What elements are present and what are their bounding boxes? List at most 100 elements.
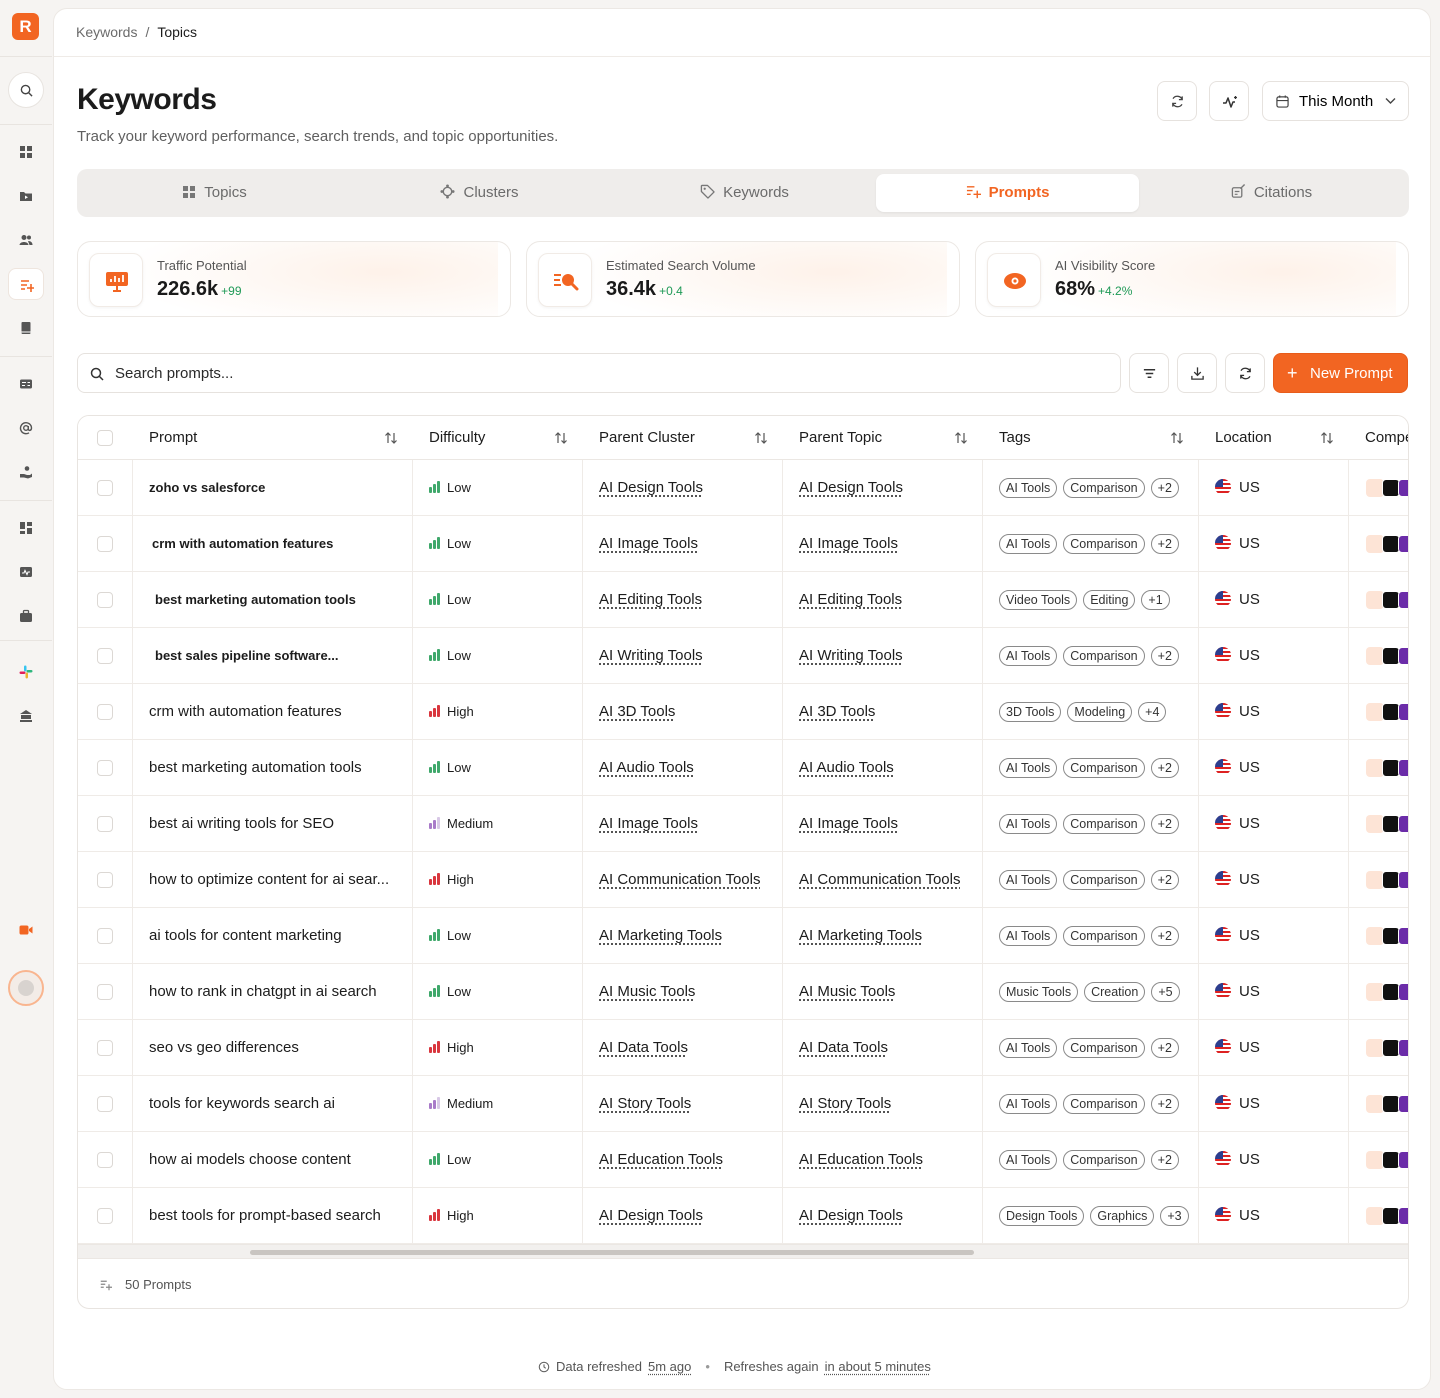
row-checkbox[interactable] <box>97 480 113 496</box>
tab-keywords[interactable]: Keywords <box>613 174 876 212</box>
competitor-logos[interactable] <box>1366 927 1408 945</box>
prompt-text[interactable]: seo vs geo differences <box>149 1020 299 1076</box>
row-checkbox[interactable] <box>97 984 113 1000</box>
tag-chip[interactable]: Graphics <box>1090 1206 1155 1227</box>
table-row[interactable]: best marketing automation tools Low AI Aud… <box>78 740 1408 796</box>
table-row[interactable]: best marketing automation tools Low AI Edi… <box>78 572 1408 628</box>
table-row[interactable]: how to optimize content for ai sear... Hi… <box>78 852 1408 908</box>
tag-chip[interactable]: +2 <box>1150 1094 1179 1115</box>
parent-cluster-link[interactable]: AI Data Tools <box>599 1039 688 1056</box>
sort-icon[interactable] <box>1320 431 1334 445</box>
tag-chip[interactable]: +5 <box>1151 982 1180 1003</box>
competitor-logos[interactable] <box>1366 1151 1408 1169</box>
prompt-text[interactable]: tools for keywords search ai <box>149 1076 335 1132</box>
sort-icon[interactable] <box>954 431 968 445</box>
table-row[interactable]: crm with automation features High AI 3D To… <box>78 684 1408 740</box>
tag-chip[interactable]: 3D Tools <box>999 702 1062 723</box>
tab-citations[interactable]: Citations <box>1140 174 1403 212</box>
tag-chip[interactable]: +2 <box>1150 758 1179 779</box>
sidebar-item-at-sign[interactable] <box>8 412 44 444</box>
breadcrumb-parent[interactable]: Keywords <box>76 24 137 40</box>
tag-chip[interactable]: Video Tools <box>999 590 1078 611</box>
parent-cluster-link[interactable]: AI Story Tools <box>599 1095 691 1112</box>
tab-topics[interactable]: Topics <box>83 174 346 212</box>
tag-chip[interactable]: Comparison <box>1063 870 1145 891</box>
parent-topic-link[interactable]: AI Music Tools <box>799 983 895 1000</box>
table-row[interactable]: crm with automation features Low AI Image … <box>78 516 1408 572</box>
prompt-text[interactable]: how to rank in chatgpt in ai search <box>149 964 377 1020</box>
parent-cluster-link[interactable]: AI Writing Tools <box>599 647 703 664</box>
parent-topic-link[interactable]: AI Design Tools <box>799 1207 903 1224</box>
tag-chip[interactable]: Comparison <box>1063 1094 1145 1115</box>
parent-cluster-link[interactable]: AI Image Tools <box>599 815 698 832</box>
column-header-parent-cluster[interactable]: Parent Cluster <box>599 416 695 460</box>
sort-icon[interactable] <box>1170 431 1184 445</box>
tag-chip[interactable]: Editing <box>1083 590 1136 611</box>
tag-chip[interactable]: Modeling <box>1067 702 1133 723</box>
competitor-logos[interactable] <box>1366 647 1408 665</box>
column-header-competitors[interactable]: Compe <box>1365 416 1408 460</box>
parent-topic-link[interactable]: AI Story Tools <box>799 1095 891 1112</box>
row-checkbox[interactable] <box>97 704 113 720</box>
table-row[interactable]: how to rank in chatgpt in ai search Low AI… <box>78 964 1408 1020</box>
competitor-logos[interactable] <box>1366 871 1408 889</box>
tag-chip[interactable]: AI Tools <box>999 1150 1058 1171</box>
parent-cluster-link[interactable]: AI Image Tools <box>599 535 698 552</box>
sidebar-item-book[interactable] <box>8 312 44 344</box>
tag-chip[interactable]: Comparison <box>1063 534 1145 555</box>
new-prompt-button[interactable]: + New Prompt <box>1273 353 1408 393</box>
scrollbar-thumb[interactable] <box>250 1250 974 1255</box>
tag-chip[interactable]: Music Tools <box>999 982 1079 1003</box>
tag-chip[interactable]: +2 <box>1150 478 1179 499</box>
parent-cluster-link[interactable]: AI Audio Tools <box>599 759 694 776</box>
tag-chip[interactable]: +2 <box>1150 814 1179 835</box>
row-checkbox[interactable] <box>97 648 113 664</box>
tag-chip[interactable]: Comparison <box>1063 814 1145 835</box>
app-logo[interactable]: R <box>12 13 39 40</box>
competitor-logos[interactable] <box>1366 535 1408 553</box>
filter-button[interactable] <box>1129 353 1169 393</box>
row-checkbox[interactable] <box>97 928 113 944</box>
competitor-logos[interactable] <box>1366 1095 1408 1113</box>
parent-cluster-link[interactable]: AI Music Tools <box>599 983 695 1000</box>
row-checkbox[interactable] <box>97 760 113 776</box>
row-checkbox[interactable] <box>97 872 113 888</box>
prompt-text[interactable]: ai tools for content marketing <box>149 908 342 964</box>
prompt-text[interactable]: crm with automation features <box>152 516 333 572</box>
row-checkbox[interactable] <box>97 536 113 552</box>
table-row[interactable]: seo vs geo differences High AI Data Tools A… <box>78 1020 1408 1076</box>
tag-chip[interactable]: +4 <box>1138 702 1167 723</box>
parent-cluster-link[interactable]: AI Design Tools <box>599 479 703 496</box>
parent-topic-link[interactable]: AI Marketing Tools <box>799 927 922 944</box>
parent-topic-link[interactable]: AI Image Tools <box>799 815 898 832</box>
tag-chip[interactable]: AI Tools <box>999 870 1058 891</box>
parent-topic-link[interactable]: AI Image Tools <box>799 535 898 552</box>
parent-topic-link[interactable]: AI Data Tools <box>799 1039 888 1056</box>
reload-button[interactable] <box>1225 353 1265 393</box>
column-header-tags[interactable]: Tags <box>999 416 1031 460</box>
tag-chip[interactable]: Comparison <box>1063 926 1145 947</box>
competitor-logos[interactable] <box>1366 479 1408 497</box>
prompt-text[interactable]: best tools for prompt-based search <box>149 1188 381 1244</box>
prompt-text[interactable]: best marketing automation tools <box>149 740 362 796</box>
row-checkbox[interactable] <box>97 816 113 832</box>
tag-chip[interactable]: Design Tools <box>999 1206 1085 1227</box>
table-row[interactable]: best sales pipeline software... Low AI Wri… <box>78 628 1408 684</box>
competitor-logos[interactable] <box>1366 759 1408 777</box>
parent-cluster-link[interactable]: AI Editing Tools <box>599 591 702 608</box>
row-checkbox[interactable] <box>97 1040 113 1056</box>
competitor-logos[interactable] <box>1366 591 1408 609</box>
table-row[interactable]: ai tools for content marketing Low AI Mark… <box>78 908 1408 964</box>
parent-topic-link[interactable]: AI Communication Tools <box>799 871 960 888</box>
parent-cluster-link[interactable]: AI Communication Tools <box>599 871 760 888</box>
download-button[interactable] <box>1177 353 1217 393</box>
tab-prompts[interactable]: Prompts <box>876 174 1139 212</box>
tag-chip[interactable]: +3 <box>1160 1206 1189 1227</box>
table-row[interactable]: best tools for prompt-based search High AI… <box>78 1188 1408 1244</box>
column-header-prompt[interactable]: Prompt <box>149 416 197 460</box>
global-search-button[interactable] <box>8 72 44 108</box>
tag-chip[interactable]: AI Tools <box>999 814 1058 835</box>
competitor-logos[interactable] <box>1366 1207 1408 1225</box>
prompt-text[interactable]: crm with automation features <box>149 684 342 740</box>
refresh-button[interactable] <box>1157 81 1197 121</box>
